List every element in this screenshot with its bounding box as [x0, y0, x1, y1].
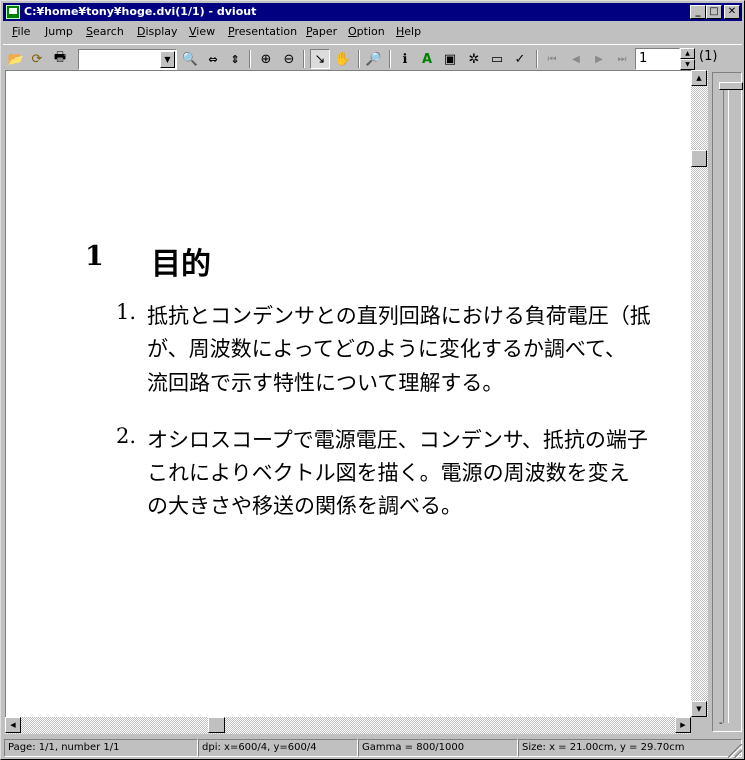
horizontal-scrollbar[interactable]: ◀ ▶ — [5, 717, 691, 734]
select-tool-icon[interactable]: ↘ — [310, 49, 330, 69]
first-page-icon[interactable]: ⏮ — [542, 49, 562, 69]
menu-presentation[interactable]: Presentation — [228, 25, 297, 38]
status-bar: Page: 1/1, number 1/1 dpi: x=600/4, y=60… — [3, 738, 742, 758]
window-title: C:¥home¥tony¥hoge.dvi(1/1) - dviout — [24, 5, 257, 18]
scroll-down-icon[interactable]: ▼ — [691, 701, 707, 717]
side-slider-well: - — [712, 72, 743, 732]
print-icon[interactable]: 🖶 — [50, 49, 70, 69]
page-number-input[interactable]: 1 — [635, 48, 680, 70]
document-view[interactable]: 1 目的 1. 抵抗とコンデンサとの直列回路における負荷電圧（抵 が、周波数によ… — [5, 70, 691, 717]
zoom-in-icon[interactable]: ⊕ — [256, 49, 276, 69]
menu-display[interactable]: Display — [137, 25, 178, 38]
menu-option[interactable]: Option — [348, 25, 385, 38]
spin-up-icon[interactable]: ▲ — [680, 48, 695, 59]
dviout-window: C:¥home¥tony¥hoge.dvi(1/1) - dviout _ □ … — [0, 0, 745, 760]
open-file-icon[interactable]: 📂 — [6, 49, 26, 69]
menu-paper[interactable]: Paper — [306, 25, 337, 38]
menu-file[interactable]: File — [12, 25, 30, 38]
app-icon[interactable] — [6, 5, 20, 19]
status-gamma: Gamma = 800/1000 — [358, 739, 518, 757]
list-item-line: 流回路で示す特性について理解する。 — [147, 371, 504, 395]
resize-grip-icon[interactable] — [728, 744, 742, 758]
status-size: Size: x = 21.00cm, y = 29.70cm — [518, 739, 742, 757]
list-item-line: が、周波数によってどのように変化するか調べて、 — [147, 337, 627, 361]
section-title: 目的 — [151, 247, 211, 282]
menu-bar: File Jump Search Display View Presentati… — [3, 22, 742, 42]
toolbar-separator — [358, 50, 360, 68]
spin-down-icon[interactable]: ▼ — [680, 59, 695, 70]
list-item-line: の大きさや移送の関係を調べる。 — [147, 494, 462, 518]
scroll-up-icon[interactable]: ▲ — [691, 70, 707, 86]
list-item-line: オシロスコープで電源電圧、コンデンサ、抵抗の端子 — [147, 428, 648, 452]
info-icon[interactable]: ℹ — [395, 49, 415, 69]
menu-search[interactable]: Search — [86, 25, 124, 38]
scrollbar-corner — [691, 717, 708, 734]
status-page: Page: 1/1, number 1/1 — [4, 739, 198, 757]
side-slider-track[interactable] — [723, 83, 729, 723]
hand-tool-icon[interactable]: ✋ — [333, 49, 353, 69]
close-button[interactable]: ✕ — [724, 5, 740, 19]
list-item-number: 1. — [116, 300, 137, 324]
side-slider-thumb[interactable] — [719, 82, 743, 90]
page-total: (1) — [699, 49, 718, 64]
zoom-out-icon[interactable]: ⊖ — [279, 49, 299, 69]
find-icon[interactable]: 🔎 — [364, 49, 384, 69]
frame-icon[interactable]: ▣ — [440, 49, 460, 69]
toolbar: 📂 ⟳ 🖶 ▼ 🔍 ⇔ ⇕ ⊕ ⊖ ↘ ✋ 🔎 ℹ A ▣ ✲ ▭ ✓ ⏮ ◀ … — [3, 44, 742, 70]
side-slider-tick: - — [719, 718, 723, 729]
toolbar-separator — [303, 50, 305, 68]
reload-icon[interactable]: ⟳ — [27, 49, 47, 69]
chevron-down-icon[interactable]: ▼ — [160, 51, 175, 68]
fit-page-icon[interactable]: ⇕ — [225, 49, 245, 69]
previous-page-icon[interactable]: ◀ — [566, 49, 586, 69]
section-number: 1 — [85, 241, 104, 272]
minimize-button[interactable]: _ — [690, 5, 706, 19]
status-dpi: dpi: x=600/4, y=600/4 — [198, 739, 358, 757]
next-page-icon[interactable]: ▶ — [589, 49, 609, 69]
menu-help[interactable]: Help — [396, 25, 421, 38]
computer-icon[interactable]: ▭ — [487, 49, 507, 69]
menu-view[interactable]: View — [189, 25, 215, 38]
toolbar-separator — [389, 50, 391, 68]
scroll-right-icon[interactable]: ▶ — [675, 717, 691, 733]
maximize-button[interactable]: □ — [706, 5, 722, 19]
last-page-icon[interactable]: ⏭ — [612, 49, 632, 69]
fit-width-icon[interactable]: ⇔ — [203, 49, 223, 69]
print-preview-icon[interactable]: 🔍 — [180, 49, 200, 69]
side-slider-panel: - — [709, 70, 743, 734]
list-item-line: 抵抗とコンデンサとの直列回路における負荷電圧（抵 — [147, 304, 651, 328]
toolbar-separator — [249, 50, 251, 68]
vertical-scrollbar[interactable]: ▲ ▼ — [691, 70, 708, 717]
menu-jump[interactable]: Jump — [45, 25, 73, 38]
check-icon[interactable]: ✓ — [510, 49, 530, 69]
toolbar-separator — [536, 50, 538, 68]
list-item-number: 2. — [116, 424, 137, 448]
vertical-scroll-thumb[interactable] — [691, 150, 707, 167]
options-icon[interactable]: ✲ — [464, 49, 484, 69]
scroll-left-icon[interactable]: ◀ — [5, 717, 21, 733]
horizontal-scroll-thumb[interactable] — [208, 717, 225, 733]
file-history-combobox[interactable]: ▼ — [78, 49, 177, 70]
font-icon[interactable]: A — [417, 49, 437, 69]
list-item-line: これによりベクトル図を描く。電源の周波数を変え — [147, 461, 630, 485]
title-bar[interactable]: C:¥home¥tony¥hoge.dvi(1/1) - dviout _ □ … — [3, 3, 742, 21]
